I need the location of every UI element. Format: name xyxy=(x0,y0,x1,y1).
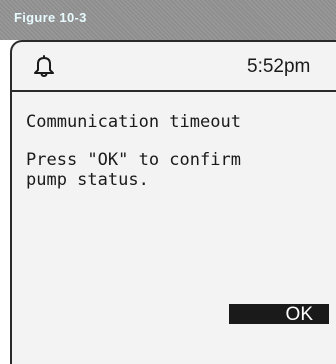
clock-time: 5:52pm xyxy=(247,56,311,77)
alert-message: Press "OK" to confirm pump status. xyxy=(26,150,241,190)
figure-label: Figure 10-3 xyxy=(14,10,87,25)
bell-icon xyxy=(33,54,55,78)
figure-caption-bar: Figure 10-3 xyxy=(0,0,336,40)
header-divider xyxy=(12,90,336,92)
ok-button[interactable]: OK xyxy=(229,304,329,324)
figure-frame: Figure 10-3 5:52pm Communication timeout… xyxy=(0,0,336,364)
alert-title: Communication timeout xyxy=(26,112,241,132)
